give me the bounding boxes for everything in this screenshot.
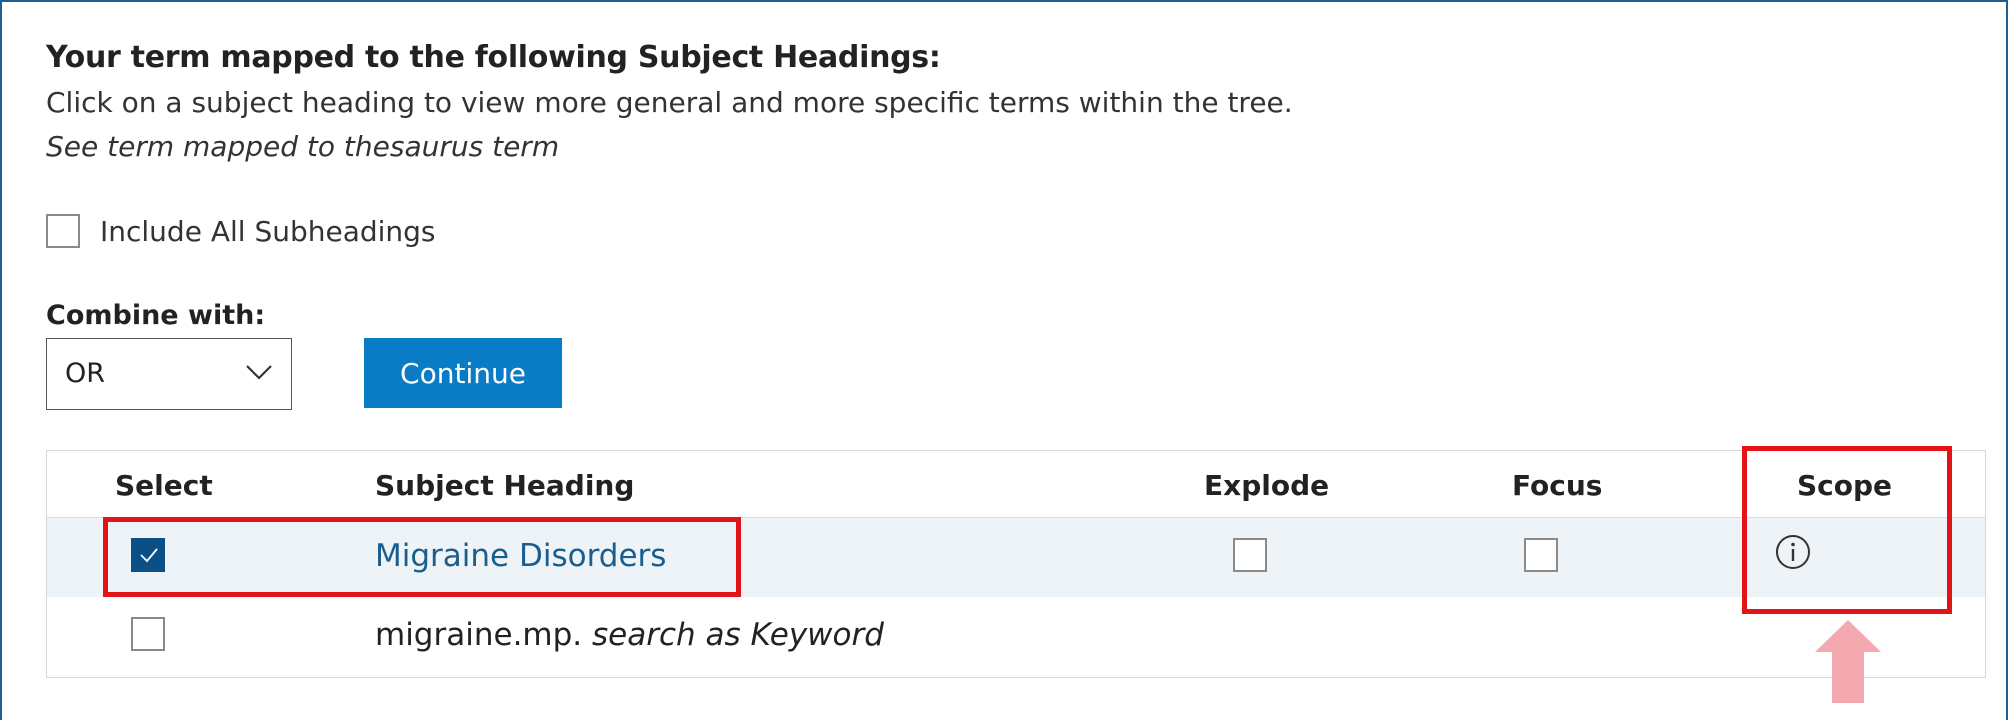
combine-with-label: Combine with: bbox=[46, 300, 266, 331]
explode-checkbox[interactable] bbox=[1233, 538, 1267, 572]
column-header-select: Select bbox=[115, 469, 213, 502]
include-all-subheadings-label: Include All Subheadings bbox=[100, 215, 436, 248]
page-title: Your term mapped to the following Subjec… bbox=[46, 40, 941, 75]
chevron-down-icon bbox=[245, 363, 273, 385]
column-header-focus: Focus bbox=[1512, 469, 1603, 502]
keyword-search-suffix: search as Keyword bbox=[592, 617, 884, 653]
include-all-subheadings-checkbox[interactable] bbox=[46, 214, 80, 248]
focus-checkbox[interactable] bbox=[1524, 538, 1558, 572]
arrow-up-icon bbox=[1815, 620, 1881, 707]
keyword-term: migraine.mp. search as Keyword bbox=[375, 617, 884, 653]
column-header-subject-heading: Subject Heading bbox=[375, 469, 635, 502]
highlight-box-scope bbox=[1742, 446, 1952, 614]
instructions-text: Click on a subject heading to view more … bbox=[46, 86, 1293, 119]
combine-with-value: OR bbox=[65, 358, 106, 389]
select-checkbox-keyword[interactable] bbox=[131, 617, 165, 651]
column-header-explode: Explode bbox=[1204, 469, 1330, 502]
table-row: migraine.mp. search as Keyword bbox=[47, 597, 1985, 677]
continue-button[interactable]: Continue bbox=[364, 338, 562, 408]
highlight-box-subject-heading bbox=[103, 517, 741, 597]
see-term-mapped-link[interactable]: See term mapped to thesaurus term bbox=[46, 130, 559, 163]
keyword-term-text: migraine.mp. bbox=[375, 617, 583, 653]
combine-with-select[interactable]: OR bbox=[46, 338, 292, 410]
